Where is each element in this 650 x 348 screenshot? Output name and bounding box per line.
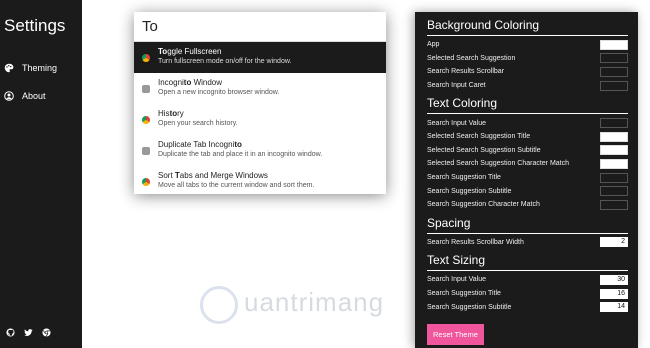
setting-row: Search Input Value [427,116,628,130]
chrome-icon [142,178,150,186]
search-popup: To Toggle Fullscreen Turn fullscreen mod… [134,12,386,194]
color-swatch-input[interactable] [600,199,628,210]
setting-row: Selected Search Suggestion Title [427,130,628,144]
setting-label: Search Input Value [427,119,487,127]
setting-label: Selected Search Suggestion Title [427,133,531,141]
watermark-text: uantrimang [244,287,434,324]
watermark-logo-icon [200,286,238,324]
color-swatch-input[interactable] [600,186,628,197]
number-input[interactable]: 16 [600,288,628,299]
chrome-icon [142,116,150,124]
search-result-item[interactable]: Toggle Fullscreen Turn fullscreen mode o… [134,42,386,73]
setting-label: Search Input Value [427,276,487,284]
number-input[interactable]: 30 [600,274,628,285]
person-circle-icon [4,91,14,101]
watermark: uantrimang [200,286,434,324]
sidebar-title: Settings [4,16,66,35]
sidebar-item-label: About [22,91,46,101]
setting-label: Search Results Scrollbar [427,68,505,76]
setting-row: Selected Search Suggestion Character Mat… [427,157,628,171]
setting-label: Search Suggestion Subtitle [427,187,512,195]
color-swatch-input[interactable] [600,53,628,64]
section-title-spacing: Spacing [427,216,628,234]
setting-label: App [427,41,440,49]
setting-row: Selected Search Suggestion [427,52,628,66]
section-title-text-coloring: Text Coloring [427,96,628,115]
result-subtitle: Duplicate the tab and place it in an inc… [158,151,323,158]
result-subtitle: Open a new incognito browser window. [158,89,280,96]
color-swatch-input[interactable] [600,158,628,169]
result-subtitle: Open your search history. [158,120,238,127]
color-swatch-input[interactable] [600,145,628,156]
github-icon[interactable] [6,324,15,337]
palette-icon [4,63,14,73]
color-swatch-input[interactable] [600,118,628,129]
setting-row: App [427,38,628,52]
section-title-background-coloring: Background Coloring [427,18,628,36]
color-swatch-input[interactable] [600,131,628,142]
setting-label: Search Suggestion Subtitle [427,303,512,311]
setting-row: Search Results Scrollbar [427,65,628,79]
chrome-icon [142,54,150,62]
setting-label: Search Suggestion Character Match [427,201,540,209]
result-title: Toggle Fullscreen [158,47,222,56]
setting-row: Search Suggestion Subtitle [427,184,628,198]
number-input[interactable]: 14 [600,302,628,313]
setting-row: Search Input Caret [427,79,628,93]
setting-row: Search Suggestion Character Match [427,198,628,212]
color-swatch-input[interactable] [600,66,628,77]
result-title: Duplicate Tab Incognito [158,140,242,149]
sidebar-item-label: Theming [22,63,58,73]
incognito-icon [142,147,150,155]
setting-row: Search Input Value 30 [427,273,628,287]
setting-row: Search Suggestion Subtitle 14 [427,300,628,314]
sidebar-item-theming[interactable]: Theming [4,60,57,76]
result-title: Incognito Window [158,78,223,87]
result-subtitle: Turn fullscreen mode on/off for the wind… [158,58,292,65]
search-input[interactable]: To [134,12,386,42]
search-result-item[interactable]: Sort Tabs and Merge Windows Move all tab… [134,166,386,194]
reset-theme-button[interactable]: Reset Theme [427,323,484,345]
setting-row: Search Suggestion Title 16 [427,287,628,301]
sidebar-item-about[interactable]: About [4,88,46,104]
setting-label: Search Results Scrollbar Width [427,238,524,246]
setting-label: Selected Search Suggestion [427,54,516,62]
theme-settings-panel: Background Coloring App Selected Search … [415,12,638,348]
sidebar-footer [6,324,51,337]
search-result-item[interactable]: History Open your search history. [134,104,386,135]
setting-label: Search Suggestion Title [427,290,501,298]
setting-label: Search Input Caret [427,82,486,90]
color-swatch-input[interactable] [600,39,628,50]
search-result-item[interactable]: Incognito Window Open a new incognito br… [134,73,386,104]
section-title-text-sizing: Text Sizing [427,253,628,272]
setting-row: Search Results Scrollbar Width 2 [427,236,628,250]
twitter-icon[interactable] [24,324,33,337]
result-title: History [158,109,184,118]
incognito-icon [142,85,150,93]
number-input[interactable]: 2 [600,237,628,248]
setting-label: Search Suggestion Title [427,174,501,182]
color-swatch-input[interactable] [600,172,628,183]
result-title: Sort Tabs and Merge Windows [158,171,268,180]
sidebar: Settings Theming About [0,0,82,348]
setting-label: Selected Search Suggestion Character Mat… [427,160,570,168]
chrome-icon[interactable] [42,324,51,337]
svg-text:uantrimang: uantrimang [244,287,384,317]
color-swatch-input[interactable] [600,80,628,91]
setting-label: Selected Search Suggestion Subtitle [427,146,541,154]
setting-row: Search Suggestion Title [427,171,628,185]
result-subtitle: Move all tabs to the current window and … [158,182,315,189]
setting-row: Selected Search Suggestion Subtitle [427,144,628,158]
search-result-item[interactable]: Duplicate Tab Incognito Duplicate the ta… [134,135,386,166]
